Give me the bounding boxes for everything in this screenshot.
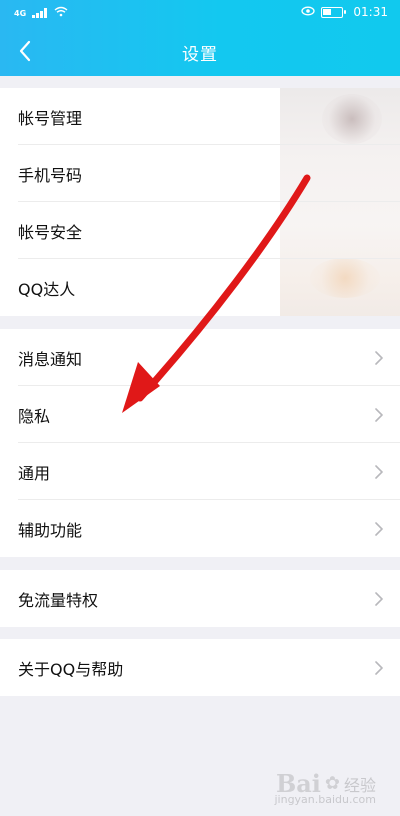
chevron-right-icon xyxy=(375,660,383,675)
chevron-right-icon xyxy=(375,407,383,422)
row-label: 免流量特权 xyxy=(18,590,99,610)
row-accessibility[interactable]: 辅助功能 xyxy=(0,500,400,557)
signal-icon xyxy=(32,8,48,18)
chevron-right-icon xyxy=(375,464,383,479)
row-privacy[interactable]: 隐私 xyxy=(0,386,400,443)
account-group: 帐号管理 手机号码 帐号安全 QQ达人 xyxy=(0,88,400,316)
status-left: 4G xyxy=(14,6,68,20)
status-time: 01:31 xyxy=(353,5,388,19)
battery-icon xyxy=(321,6,347,18)
row-qq-expert[interactable]: QQ达人 xyxy=(0,259,400,316)
eye-icon xyxy=(301,5,316,19)
row-label: 辅助功能 xyxy=(18,520,83,540)
row-account-management[interactable]: 帐号管理 xyxy=(0,88,400,145)
row-label: 关于QQ与帮助 xyxy=(18,659,124,679)
row-about-help[interactable]: 关于QQ与帮助 xyxy=(0,639,400,696)
row-account-security[interactable]: 帐号安全 xyxy=(0,202,400,259)
data-group: 免流量特权 xyxy=(0,570,400,627)
row-label: 消息通知 xyxy=(18,349,83,369)
settings-page: 4G 01:31 设置 帐号管理 手机号码 帐号安全 QQ达人 消息通知 隐私 … xyxy=(0,0,400,816)
network-label: 4G xyxy=(14,8,27,18)
row-label: 帐号管理 xyxy=(18,108,83,128)
nav-bar: 设置 xyxy=(0,26,400,76)
chevron-right-icon xyxy=(375,350,383,365)
paw-icon: ✿ xyxy=(324,773,340,794)
row-general[interactable]: 通用 xyxy=(0,443,400,500)
row-label: 通用 xyxy=(18,463,51,483)
row-free-data[interactable]: 免流量特权 xyxy=(0,570,400,627)
status-right: 01:31 xyxy=(301,5,388,19)
row-label: 隐私 xyxy=(18,406,51,426)
page-title: 设置 xyxy=(182,45,218,65)
row-label: 手机号码 xyxy=(18,165,83,185)
row-label: 帐号安全 xyxy=(18,222,83,242)
row-label: QQ达人 xyxy=(18,279,76,299)
row-notifications[interactable]: 消息通知 xyxy=(0,329,400,386)
about-group: 关于QQ与帮助 xyxy=(0,639,400,696)
chevron-right-icon xyxy=(375,521,383,536)
header: 4G 01:31 设置 xyxy=(0,0,400,76)
general-group: 消息通知 隐私 通用 辅助功能 xyxy=(0,329,400,557)
watermark-url: jingyan.baidu.com xyxy=(274,793,376,806)
status-bar: 4G 01:31 xyxy=(0,0,400,26)
chevron-right-icon xyxy=(375,591,383,606)
wifi-icon xyxy=(54,6,68,20)
watermark-text: 经验 xyxy=(343,775,376,795)
baidu-watermark: Bai ✿ 经验 jingyan.baidu.com xyxy=(274,769,376,806)
row-phone-number[interactable]: 手机号码 xyxy=(0,145,400,202)
